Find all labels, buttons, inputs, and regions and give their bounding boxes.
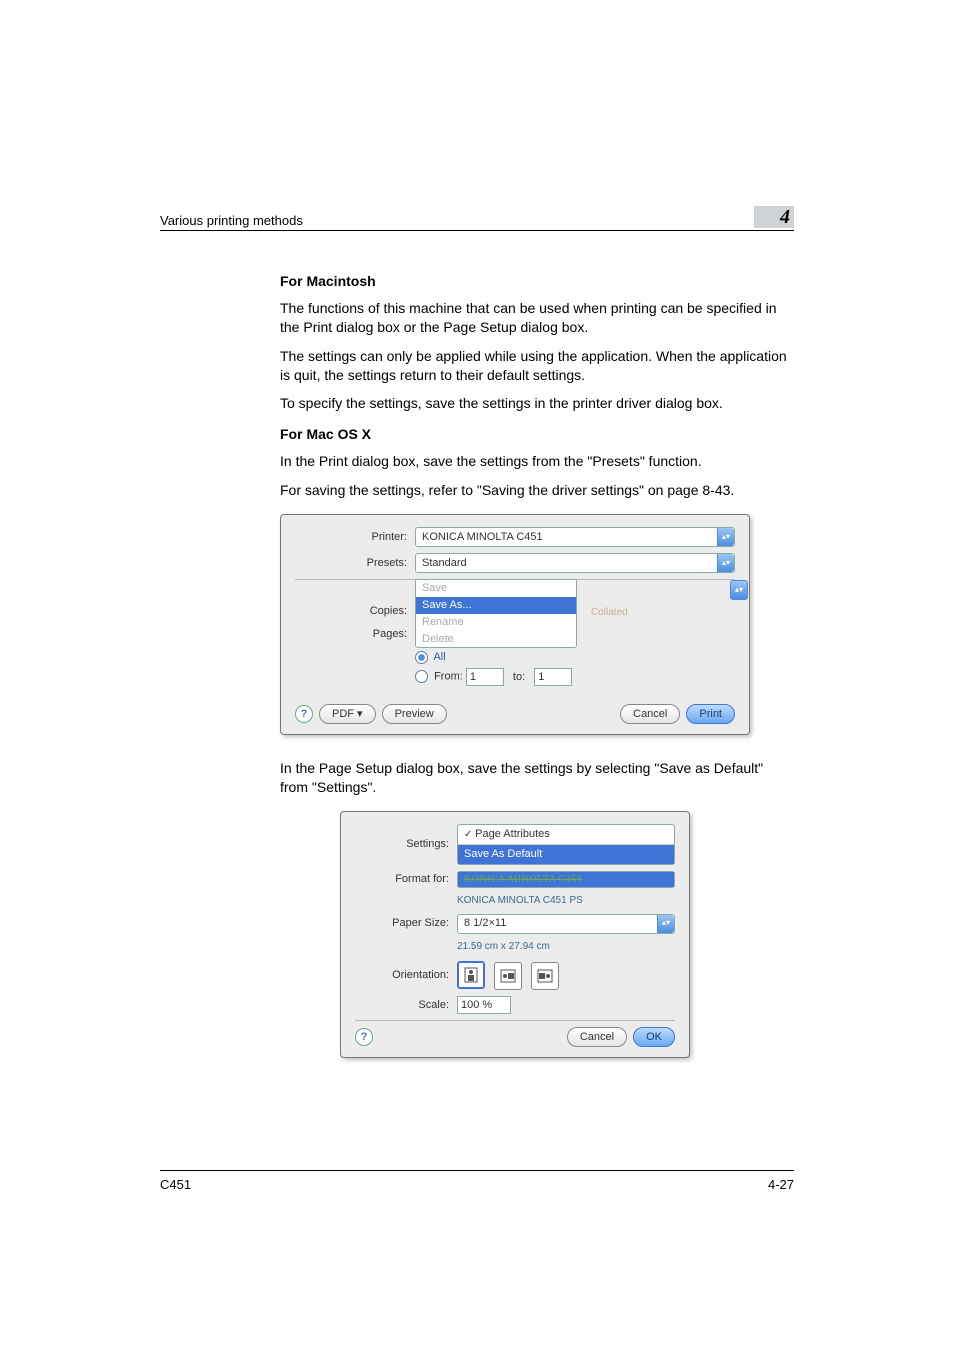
settings-label: Settings:: [355, 837, 457, 852]
presets-value: Standard: [422, 556, 467, 571]
paragraph: In the Page Setup dialog box, save the s…: [280, 759, 794, 797]
format-for-value: KONICA MINOLTA C451: [458, 872, 674, 888]
help-button[interactable]: ?: [295, 705, 313, 723]
paper-size-popup[interactable]: 8 1/2×11 ▴▾: [457, 914, 675, 934]
paragraph: In the Print dialog box, save the settin…: [280, 452, 794, 471]
menu-save[interactable]: Save: [416, 580, 576, 597]
presets-popup[interactable]: Standard ▴▾: [415, 553, 735, 573]
page-footer: C451 4-27: [160, 1170, 794, 1192]
preview-button[interactable]: Preview: [382, 704, 447, 724]
heading-macintosh: For Macintosh: [280, 272, 794, 291]
footer-model: C451: [160, 1177, 191, 1192]
paragraph: To specify the settings, save the settin…: [280, 394, 794, 413]
paper-size-label: Paper Size:: [355, 916, 457, 931]
collated-label: Collated: [591, 606, 628, 620]
paper-size-value: 8 1/2×11: [464, 916, 506, 931]
header-title: Various printing methods: [160, 213, 303, 228]
menu-delete[interactable]: Delete: [416, 631, 576, 648]
menu-save-as[interactable]: Save As...: [416, 597, 576, 614]
updown-arrows-icon: ▴▾: [657, 915, 674, 933]
presets-label: Presets:: [295, 556, 415, 571]
scale-label: Scale:: [355, 998, 457, 1013]
cancel-button[interactable]: Cancel: [567, 1027, 627, 1047]
option-save-as-default[interactable]: Save As Default: [458, 845, 674, 864]
copies-label: Copies:: [295, 604, 407, 619]
heading-macosx: For Mac OS X: [280, 425, 794, 444]
scale-input[interactable]: 100 %: [457, 996, 511, 1014]
footer-page: 4-27: [768, 1177, 794, 1192]
page-setup-dialog-figure: Settings: Page Attributes Save As Defaul…: [340, 811, 690, 1058]
pages-all-label: All: [433, 651, 445, 663]
paper-dimensions: 21.59 cm x 27.94 cm: [457, 940, 675, 954]
option-page-attributes[interactable]: Page Attributes: [458, 825, 674, 844]
orientation-landscape-right-icon[interactable]: [531, 962, 559, 990]
pages-label: Pages:: [295, 627, 407, 642]
format-for-sublabel: KONICA MINOLTA C451 PS: [457, 894, 675, 908]
printer-popup[interactable]: KONICA MINOLTA C451 ▴▾: [415, 527, 735, 547]
menu-rename[interactable]: Rename: [416, 614, 576, 631]
body-content: For Macintosh The functions of this mach…: [280, 260, 794, 1058]
help-button[interactable]: ?: [355, 1028, 373, 1046]
page: Various printing methods 4 For Macintosh…: [0, 0, 954, 1350]
radio-all[interactable]: [415, 651, 428, 664]
from-label: From:: [434, 671, 463, 683]
pdf-button[interactable]: PDF ▾: [319, 704, 376, 724]
updown-arrows-icon: ▴▾: [730, 580, 748, 600]
to-input[interactable]: 1: [534, 668, 572, 686]
from-input[interactable]: 1: [466, 668, 504, 686]
paragraph: For saving the settings, refer to "Savin…: [280, 481, 794, 500]
settings-popup[interactable]: Page Attributes Save As Default: [457, 824, 675, 865]
radio-from[interactable]: [415, 670, 428, 683]
to-label: to:: [507, 671, 531, 683]
chapter-number: 4: [754, 206, 794, 228]
orientation-landscape-left-icon[interactable]: [494, 962, 522, 990]
paragraph: The settings can only be applied while u…: [280, 347, 794, 385]
printer-value: KONICA MINOLTA C451: [422, 530, 543, 545]
format-for-label: Format for:: [355, 872, 457, 887]
running-header: Various printing methods 4: [160, 206, 794, 231]
orientation-label: Orientation:: [355, 968, 457, 983]
updown-arrows-icon: ▴▾: [717, 528, 734, 546]
orientation-portrait-icon[interactable]: [457, 961, 485, 989]
ok-button[interactable]: OK: [633, 1027, 675, 1047]
format-for-popup[interactable]: KONICA MINOLTA C451: [457, 871, 675, 889]
presets-dropdown-panel: Save Save As... Rename Delete ▴▾: [415, 579, 577, 648]
print-dialog-figure: Printer: KONICA MINOLTA C451 ▴▾ Presets:…: [280, 514, 750, 735]
print-button[interactable]: Print: [686, 704, 735, 724]
cancel-button[interactable]: Cancel: [620, 704, 680, 724]
updown-arrows-icon: ▴▾: [717, 554, 734, 572]
paragraph: The functions of this machine that can b…: [280, 299, 794, 337]
printer-label: Printer:: [295, 530, 415, 545]
